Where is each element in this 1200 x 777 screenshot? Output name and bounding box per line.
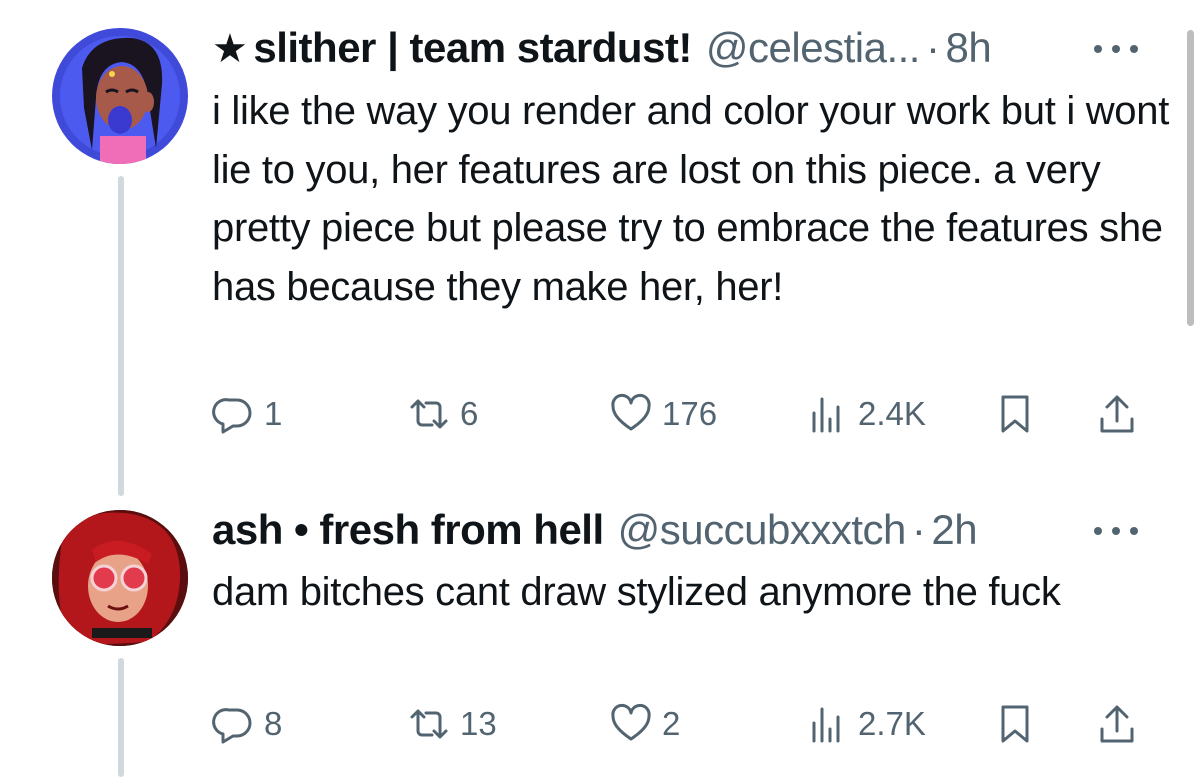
retweet-icon (410, 709, 448, 739)
avatar-image (52, 28, 188, 164)
avatar-image (52, 510, 188, 646)
bookmark-button[interactable] (994, 702, 1036, 746)
thread-line (118, 176, 124, 496)
like-button[interactable]: 176 (610, 392, 717, 436)
tweet-actions: 1 6 176 2.4K (212, 392, 1142, 436)
scrollbar[interactable] (1187, 30, 1194, 326)
like-count: 176 (662, 395, 718, 432)
display-name[interactable]: slither | team stardust! (253, 20, 692, 76)
tweet-actions: 8 13 2 2.7K (212, 702, 1142, 746)
separator-dot: · (911, 506, 926, 553)
retweet-icon (410, 399, 448, 429)
views-button[interactable]: 2.7K (806, 702, 926, 746)
reply-count: 1 (264, 395, 283, 432)
heart-icon (611, 703, 651, 741)
share-button[interactable] (1096, 702, 1138, 746)
reply-icon (212, 708, 252, 744)
user-handle[interactable]: @succubxxxtch (618, 502, 907, 558)
views-button[interactable]: 2.4K (806, 392, 926, 436)
reply-icon (212, 398, 252, 434)
timestamp[interactable]: 8h (945, 20, 991, 76)
view-count: 2.7K (858, 705, 926, 742)
retweet-count: 6 (460, 395, 479, 432)
more-options-icon[interactable] (1094, 42, 1138, 56)
tweet-header: ★ slither | team stardust! @celestia... … (212, 20, 992, 76)
avatar[interactable] (52, 28, 188, 164)
views-icon (812, 397, 840, 433)
view-count: 2.4K (858, 395, 926, 432)
star-icon: ★ (212, 27, 248, 71)
display-name[interactable]: ash • fresh from hell (212, 502, 604, 558)
thread-line (118, 658, 124, 777)
reply-button[interactable]: 1 (212, 392, 282, 436)
tweet-header: ash • fresh from hell @succubxxxtch · 2h (212, 502, 978, 558)
views-icon (812, 707, 840, 743)
reply-button[interactable]: 8 (212, 702, 282, 746)
reply-count: 8 (264, 705, 283, 742)
timestamp[interactable]: 2h (931, 502, 977, 558)
heart-icon (611, 393, 651, 431)
retweet-button[interactable]: 6 (408, 392, 478, 436)
like-button[interactable]: 2 (610, 702, 680, 746)
bookmark-icon (1001, 705, 1029, 743)
tweet-text: dam bitches cant draw stylized anymore t… (212, 570, 1061, 614)
tweet-text: i like the way you render and color your… (212, 89, 1170, 309)
bookmark-button[interactable] (994, 392, 1036, 436)
bookmark-icon (1001, 395, 1029, 433)
like-count: 2 (662, 705, 681, 742)
share-button[interactable] (1096, 392, 1138, 436)
retweet-count: 13 (460, 705, 497, 742)
retweet-button[interactable]: 13 (408, 702, 497, 746)
more-options-icon[interactable] (1094, 524, 1138, 538)
share-icon (1100, 395, 1134, 433)
share-icon (1100, 705, 1134, 743)
avatar[interactable] (52, 510, 188, 646)
separator-dot: · (925, 24, 940, 71)
user-handle[interactable]: @celestia... (706, 20, 921, 76)
